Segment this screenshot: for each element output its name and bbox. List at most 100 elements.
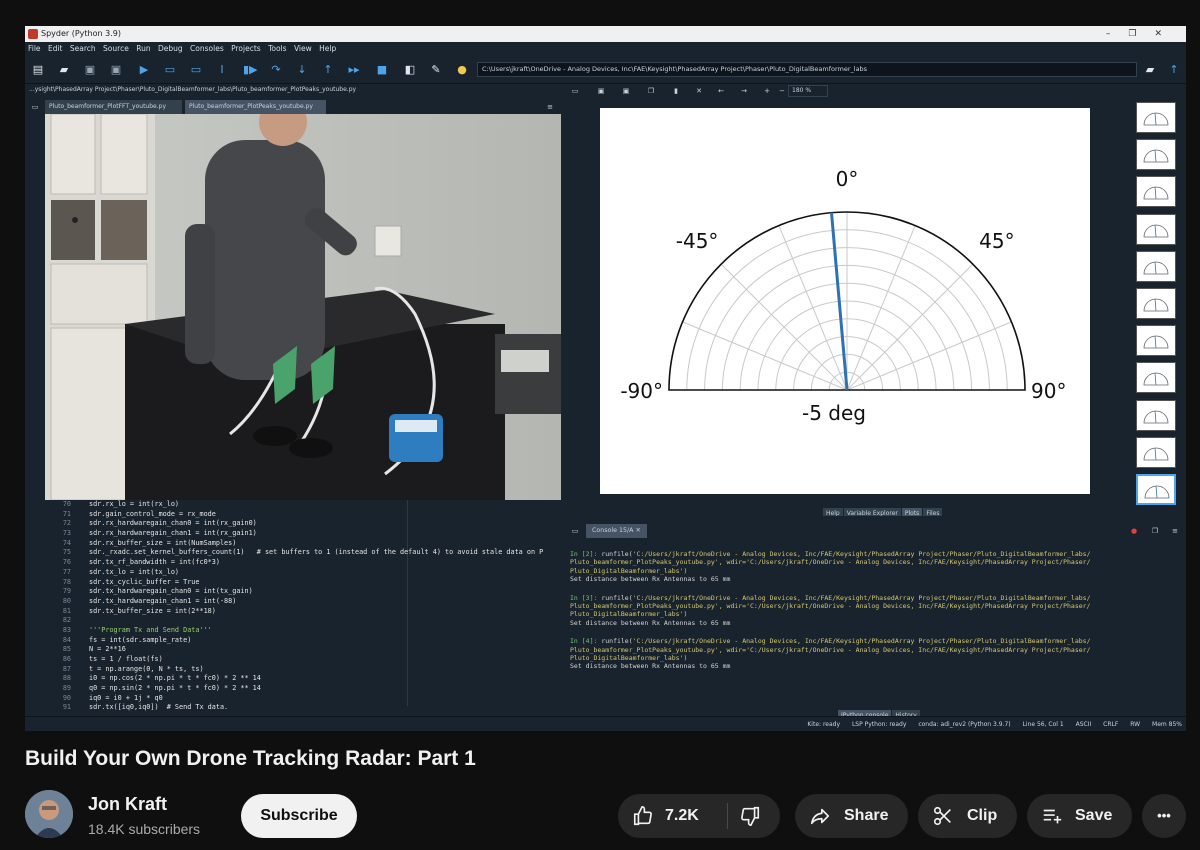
plot-thumbnail[interactable] bbox=[1136, 102, 1176, 133]
menu-view: View bbox=[293, 44, 312, 53]
plot-thumbnail[interactable] bbox=[1136, 325, 1176, 357]
code-text: sdr.rx_lo = int(rx_lo) bbox=[89, 500, 180, 508]
code-editor[interactable]: 70 sdr.rx_lo = int(rx_lo) 71 sdr.gain_contr… bbox=[45, 500, 561, 711]
console-output-line: Set distance between Rx Antennas to 65 m… bbox=[570, 618, 731, 627]
console-arg: Pluto_beamformer_PlotPeaks_youtube.py', … bbox=[570, 645, 1091, 654]
code-line: 86 ts = 1 / float(fs) bbox=[45, 655, 561, 665]
plot-caption: -5 deg bbox=[802, 401, 866, 425]
code-line: 73 sdr.rx_hardwaregain_chan1 = int(rx_gai… bbox=[45, 529, 561, 539]
code-text: sdr.rx_hardwaregain_chan0 = int(rx_gain0… bbox=[89, 519, 257, 528]
plots-save-icon: ▣ bbox=[597, 87, 605, 95]
clip-button[interactable]: Clip bbox=[918, 794, 1017, 838]
console-tab: Console 15/A ✕ bbox=[586, 524, 647, 538]
share-button[interactable]: Share bbox=[795, 794, 908, 838]
code-line: 90 iq0 = i0 + 1j * q0 bbox=[45, 694, 561, 704]
webcam-overlay bbox=[45, 114, 561, 500]
maximize-pane-icon: ◧ bbox=[404, 63, 416, 76]
menu-tools: Tools bbox=[268, 44, 287, 53]
status-conda: conda: adi_rev2 (Python 3.9.7) bbox=[918, 721, 1011, 728]
menu-consoles: Consoles bbox=[190, 44, 224, 53]
like-button[interactable]: 7.2K bbox=[618, 794, 727, 838]
menu-file: File bbox=[28, 44, 41, 53]
code-line: 75 sdr._rxadc.set_kernel_buffers_count(1)… bbox=[45, 548, 561, 558]
debug-icon: ▮▶ bbox=[243, 63, 258, 76]
menu-debug: Debug bbox=[157, 44, 183, 53]
menu-source: Source bbox=[103, 44, 129, 53]
polar-plot: -90° -45° 0° 45° 90° -5 deg bbox=[620, 167, 1066, 425]
video-player[interactable]: Spyder (Python 3.9) –❐✕ File Edit Search… bbox=[25, 26, 1186, 731]
plots-tabs: Help Variable Explorer Plots Files bbox=[823, 500, 943, 520]
like-count: 7.2K bbox=[665, 807, 699, 824]
run-cell-advance-icon: ▭ bbox=[190, 63, 202, 76]
playlist-add-icon bbox=[1043, 809, 1062, 824]
code-line: 81 sdr.tx_buffer_size = int(2**18) bbox=[45, 607, 561, 617]
plot-thumbnail[interactable] bbox=[1136, 176, 1176, 208]
line-number: 76 bbox=[62, 558, 71, 567]
dislike-button[interactable] bbox=[728, 794, 780, 838]
channel-name[interactable]: Jon Kraft bbox=[88, 794, 167, 815]
code-line: 77 sdr.tx_lo = int(tx_lo) bbox=[45, 568, 561, 578]
polar-grid-spoke bbox=[846, 321, 1012, 391]
code-line: 84 fs = int(sdr.sample_rate) bbox=[45, 636, 561, 646]
spyder-statusbar: Kite: ready LSP Python: ready conda: adi… bbox=[25, 716, 1186, 731]
code-text: iq0 = i0 + 1j * q0 bbox=[89, 693, 163, 702]
plot-thumbnail[interactable] bbox=[1136, 399, 1176, 431]
window-title: Spyder (Python 3.9) bbox=[41, 29, 121, 38]
spyder-titlebar: Spyder (Python 3.9) –❐✕ bbox=[25, 26, 1186, 42]
save-button[interactable]: Save bbox=[1027, 794, 1132, 838]
plot-thumbnail[interactable] bbox=[1136, 474, 1176, 505]
code-line: 89 q0 = np.sin(2 * np.pi * t * fc0) * 2 *… bbox=[45, 684, 561, 694]
status-memory: Mem 85% bbox=[1152, 721, 1182, 728]
console-browse-icon: ▭ bbox=[571, 527, 579, 535]
line-number: 87 bbox=[62, 664, 71, 673]
more-actions-button[interactable]: ••• bbox=[1142, 794, 1186, 838]
code-text: ts = 1 / float(fs) bbox=[89, 655, 163, 663]
menu-search: Search bbox=[69, 44, 96, 53]
youtube-watch-page: Spyder (Python 3.9) –❐✕ File Edit Search… bbox=[0, 0, 1200, 850]
code-line: 88 i0 = np.cos(2 * np.pi * t * fc0) * 2 *… bbox=[45, 674, 561, 684]
run-icon: ▶ bbox=[139, 63, 149, 76]
plot-thumbnail[interactable] bbox=[1136, 362, 1176, 394]
code-text: sdr.tx_hardwaregain_chan0 = int(tx_gain) bbox=[89, 587, 253, 596]
angle-tick-label: 90° bbox=[1031, 379, 1066, 403]
angle-tick-label: -45° bbox=[676, 229, 719, 253]
console-output: In [2]: runfile('C:/Users/jkraft/OneDriv… bbox=[570, 550, 1170, 700]
channel-avatar[interactable] bbox=[25, 790, 73, 838]
line-number: 80 bbox=[62, 596, 71, 605]
console-prompt: In [3]: bbox=[570, 593, 598, 602]
line-number: 72 bbox=[62, 519, 71, 528]
thumbs-up-icon bbox=[633, 806, 652, 826]
line-number: 78 bbox=[62, 577, 71, 586]
console-output-line: Set distance between Rx Antennas to 65 m… bbox=[570, 662, 731, 671]
code-line: 85 N = 2**16 bbox=[45, 645, 561, 655]
menu-edit: Edit bbox=[47, 44, 63, 53]
spyder-menubar: File Edit Search Source Run Debug Consol… bbox=[25, 42, 1186, 56]
browse-folder-icon: ▰ bbox=[1145, 63, 1155, 76]
save-label: Save bbox=[1075, 807, 1113, 824]
menu-help: Help bbox=[319, 44, 337, 53]
code-line: 83 '''Program Tx and Send Data''' bbox=[45, 626, 561, 636]
subscribe-button[interactable]: Subscribe bbox=[241, 794, 357, 838]
status-encoding: ASCII bbox=[1075, 721, 1092, 728]
plot-thumbnail[interactable] bbox=[1136, 213, 1176, 245]
new-file-icon: ▤ bbox=[32, 63, 44, 76]
plot-thumbnail[interactable] bbox=[1136, 139, 1176, 171]
step-into-icon: ↓ bbox=[297, 63, 307, 76]
like-dislike-group: 7.2K bbox=[618, 794, 780, 838]
menu-projects: Projects bbox=[231, 44, 261, 53]
line-number: 86 bbox=[62, 655, 71, 663]
code-text: t = np.arange(0, N * ts, ts) bbox=[89, 664, 204, 673]
line-number: 74 bbox=[62, 538, 71, 547]
console-bottom-tabs: IPython consoleHistory bbox=[838, 702, 921, 722]
plot-thumbnail[interactable] bbox=[1136, 436, 1176, 468]
plot-thumbnail[interactable] bbox=[1136, 288, 1176, 319]
plot-thumbnail[interactable] bbox=[1136, 250, 1176, 282]
code-text: sdr.tx_rf_bandwidth = int(fc0*3) bbox=[89, 558, 220, 567]
code-text: i0 = np.cos(2 * np.pi * t * fc0) * 2 ** … bbox=[89, 674, 261, 683]
polar-grid-spoke bbox=[682, 321, 848, 391]
code-line: 79 sdr.tx_hardwaregain_chan0 = int(tx_gai… bbox=[45, 587, 561, 597]
clip-label: Clip bbox=[967, 807, 998, 824]
line-number: 71 bbox=[62, 509, 71, 518]
code-text: sdr.tx_lo = int(tx_lo) bbox=[89, 567, 180, 576]
console-options-icon: ≡ bbox=[1172, 527, 1178, 535]
